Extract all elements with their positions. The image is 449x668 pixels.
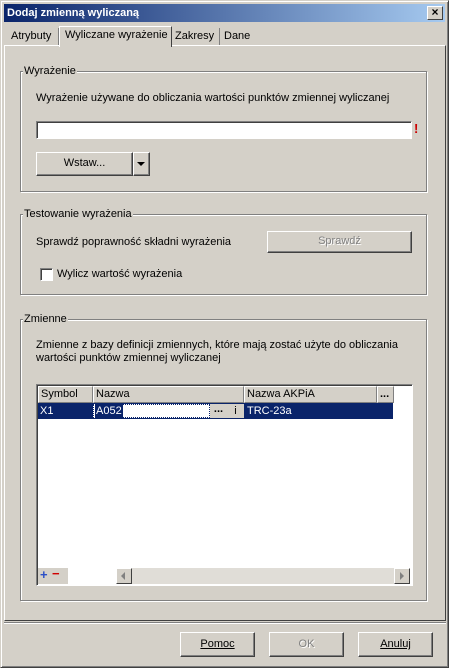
row-name-editor[interactable]: A052 <box>93 404 210 418</box>
footer-separator <box>4 622 446 624</box>
syntax-check-label: Sprawdź poprawność składni wyrażenia <box>36 236 232 248</box>
compute-value-label: Wylicz wartość wyrażenia <box>57 268 183 280</box>
scroll-left-button[interactable] <box>116 568 132 584</box>
required-icon: ! <box>414 121 419 136</box>
add-icon[interactable]: + <box>40 567 48 582</box>
scroll-right-button[interactable] <box>394 568 410 584</box>
compute-value-checkbox[interactable] <box>40 268 53 281</box>
expression-legend: Wyrażenie <box>23 64 77 78</box>
column-header-akpia[interactable]: Nazwa AKPiA <box>244 386 377 403</box>
testing-group: Testowanie wyrażenia Sprawdź poprawność … <box>20 207 427 295</box>
column-header-symbol[interactable]: Symbol <box>38 386 93 403</box>
insert-button[interactable]: Wstaw... <box>36 152 133 176</box>
ok-button[interactable]: OK <box>269 632 344 657</box>
info-icon[interactable]: i <box>227 404 244 418</box>
grid-nav-buttons: + − <box>38 566 68 584</box>
tab-atrybuty[interactable]: Atrybuty <box>6 28 59 46</box>
column-chooser-button[interactable]: ... <box>377 386 394 403</box>
variables-legend: Zmienne <box>23 312 68 326</box>
check-button[interactable]: Sprawdź <box>267 231 412 253</box>
testing-legend: Testowanie wyrażenia <box>23 207 133 221</box>
expression-input[interactable] <box>36 121 412 139</box>
title-bar[interactable]: Dodaj zmienną wyliczaną × <box>4 4 445 22</box>
close-icon[interactable]: × <box>427 6 443 20</box>
arrow-left-icon <box>121 572 125 580</box>
horizontal-scrollbar[interactable] <box>116 568 410 584</box>
tab-dane[interactable]: Dane <box>219 28 259 46</box>
insert-dropdown-button[interactable] <box>133 152 150 176</box>
dialog-window: Dodaj zmienną wyliczaną × Atrybuty Wylic… <box>0 0 449 668</box>
row-name-browse-button[interactable]: ... <box>210 404 227 418</box>
variables-group: Zmienne Zmienne z bazy definicji zmienny… <box>20 312 427 601</box>
variables-description-line1: Zmienne z bazy definicji zmiennych, któr… <box>36 339 398 351</box>
remove-icon[interactable]: − <box>52 566 60 581</box>
help-button[interactable]: Pomoc <box>180 632 255 657</box>
variables-grid[interactable]: Symbol Nazwa Nazwa AKPiA ... X1 A052 ...… <box>36 384 413 586</box>
row-symbol: X1 <box>40 405 54 417</box>
expression-group: Wyrażenie Wyrażenie używane do obliczani… <box>20 64 427 192</box>
column-header-name[interactable]: Nazwa <box>93 386 244 403</box>
arrow-right-icon <box>400 572 404 580</box>
row-name: A052 <box>95 404 123 418</box>
expression-description: Wyrażenie używane do obliczania wartości… <box>36 92 390 104</box>
chevron-down-icon <box>137 162 145 166</box>
table-row[interactable]: X1 A052 ... i TRC-23a <box>38 403 393 419</box>
tab-wyliczane-wyrazenie[interactable]: Wyliczane wyrażenie <box>59 26 172 47</box>
tab-zakresy[interactable]: Zakresy <box>170 28 220 46</box>
row-akpia: TRC-23a <box>247 405 292 417</box>
window-title: Dodaj zmienną wyliczaną <box>7 7 140 19</box>
variables-description-line2: wartości punktów zmiennej wyliczanej <box>36 352 221 364</box>
cancel-button[interactable]: Anuluj <box>358 632 433 657</box>
